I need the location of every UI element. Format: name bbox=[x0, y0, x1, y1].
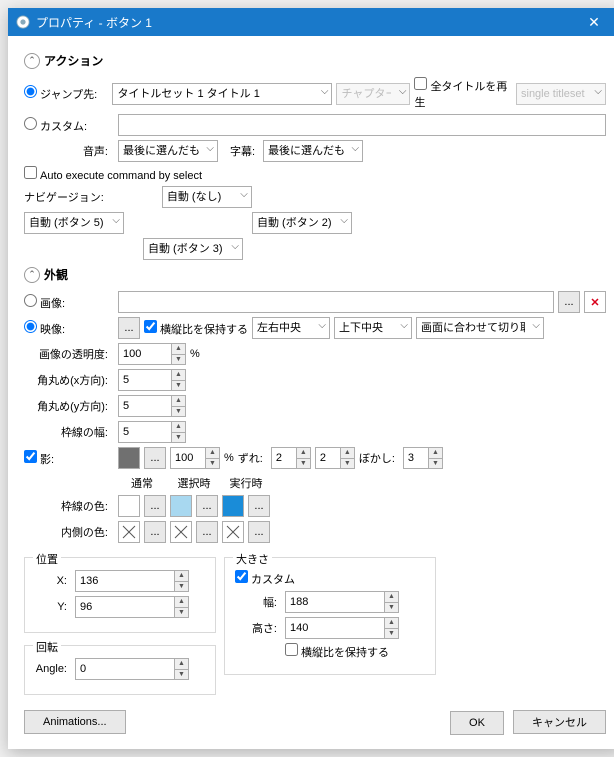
halign-select[interactable]: 左右中央 bbox=[252, 317, 330, 339]
shadow-color-button[interactable]: ... bbox=[144, 447, 166, 469]
nav-right-select[interactable]: 自動 (ボタン 2) bbox=[252, 212, 352, 234]
image-radio[interactable]: 画像: bbox=[24, 294, 114, 311]
col-normal: 通常 bbox=[118, 475, 166, 491]
shift-x-spinner[interactable]: ▲▼ bbox=[271, 447, 311, 469]
shift-y-spinner[interactable]: ▲▼ bbox=[315, 447, 355, 469]
size-group: 大きさ カスタム 幅:▲▼ 高さ:▲▼ 横縦比を保持する bbox=[224, 557, 436, 675]
properties-dialog: プロパティ - ボタン 1 ✕ ⌃ アクション ジャンプ先: タイトルセット 1… bbox=[8, 8, 614, 749]
fit-select[interactable]: 画面に合わせて切り取り bbox=[416, 317, 544, 339]
pos-y-spinner[interactable]: ▲▼ bbox=[75, 596, 189, 618]
close-button[interactable]: ✕ bbox=[574, 14, 614, 31]
chapter-select: チャプター 1 bbox=[336, 83, 410, 105]
inner-color-normal-btn[interactable]: ... bbox=[144, 521, 166, 543]
border-color-selected[interactable] bbox=[170, 495, 192, 517]
width-spinner[interactable]: ▲▼ bbox=[285, 591, 399, 613]
video-radio[interactable]: 映像: bbox=[24, 320, 114, 337]
border-w-label: 枠線の幅: bbox=[24, 424, 114, 440]
inner-color-label: 内側の色: bbox=[24, 524, 114, 540]
border-color-normal[interactable] bbox=[118, 495, 140, 517]
app-icon bbox=[16, 15, 30, 29]
section-action-header[interactable]: ⌃ アクション bbox=[24, 52, 606, 69]
jump-target-select[interactable]: タイトルセット 1 タイトル 1 bbox=[112, 83, 332, 105]
shift-label: ずれ: bbox=[238, 450, 267, 466]
border-w-spinner[interactable]: ▲▼ bbox=[118, 421, 186, 443]
round-x-label: 角丸め(x方向): bbox=[24, 372, 114, 388]
angle-spinner[interactable]: ▲▼ bbox=[75, 658, 189, 680]
section-appearance-label: 外観 bbox=[44, 266, 68, 283]
animations-button[interactable]: Animations... bbox=[24, 710, 126, 734]
chevron-up-icon: ⌃ bbox=[24, 53, 40, 69]
nav-left-select[interactable]: 自動 (ボタン 5) bbox=[24, 212, 124, 234]
section-action-label: アクション bbox=[44, 52, 103, 69]
ok-button[interactable]: OK bbox=[450, 711, 504, 735]
shadow-color-swatch[interactable] bbox=[118, 447, 140, 469]
inner-color-active[interactable] bbox=[222, 521, 244, 543]
inner-color-selected[interactable] bbox=[170, 521, 192, 543]
keep-aspect-checkbox[interactable]: 横縦比を保持する bbox=[144, 320, 248, 337]
shadow-checkbox[interactable]: 影: bbox=[24, 450, 114, 467]
auto-exec-checkbox[interactable]: Auto execute command by select bbox=[24, 166, 202, 182]
col-selected: 選択時 bbox=[170, 475, 218, 491]
pos-x-spinner[interactable]: ▲▼ bbox=[75, 570, 189, 592]
round-y-spinner[interactable]: ▲▼ bbox=[118, 395, 186, 417]
round-x-spinner[interactable]: ▲▼ bbox=[118, 369, 186, 391]
nav-down-select[interactable]: 自動 (ボタン 3) bbox=[143, 238, 243, 260]
border-color-normal-btn[interactable]: ... bbox=[144, 495, 166, 517]
round-y-label: 角丸め(y方向): bbox=[24, 398, 114, 414]
height-spinner[interactable]: ▲▼ bbox=[285, 617, 399, 639]
shadow-pct-spinner[interactable]: ▲▼ bbox=[170, 447, 220, 469]
col-active: 実行時 bbox=[222, 475, 270, 491]
chevron-up-icon: ⌃ bbox=[24, 267, 40, 283]
audio-select[interactable]: 最後に選んだもの bbox=[118, 140, 218, 162]
jump-to-radio[interactable]: ジャンプ先: bbox=[24, 85, 108, 102]
section-appearance-header[interactable]: ⌃ 外観 bbox=[24, 266, 606, 283]
opacity-label: 画像の透明度: bbox=[24, 346, 114, 362]
image-path-field[interactable] bbox=[118, 291, 554, 313]
image-browse-button[interactable]: ... bbox=[558, 291, 580, 313]
audio-label: 音声: bbox=[24, 143, 114, 159]
single-titleset-select: single titleset bbox=[516, 83, 606, 105]
border-color-active[interactable] bbox=[222, 495, 244, 517]
custom-size-checkbox[interactable]: カスタム bbox=[235, 570, 295, 587]
video-browse-button[interactable]: ... bbox=[118, 317, 140, 339]
valign-select[interactable]: 上下中央 bbox=[334, 317, 412, 339]
custom-field[interactable] bbox=[118, 114, 606, 136]
subtitle-select[interactable]: 最後に選んだもの bbox=[263, 140, 363, 162]
blur-spinner[interactable]: ▲▼ bbox=[403, 447, 443, 469]
cancel-button[interactable]: キャンセル bbox=[513, 710, 606, 734]
navigation-label: ナビゲージョン: bbox=[24, 189, 104, 205]
clear-image-button[interactable]: ✕ bbox=[584, 291, 606, 313]
border-color-active-btn[interactable]: ... bbox=[248, 495, 270, 517]
subtitle-label: 字幕: bbox=[230, 143, 259, 159]
keep-aspect-size-checkbox[interactable]: 横縦比を保持する bbox=[285, 643, 389, 660]
border-color-label: 枠線の色: bbox=[24, 498, 114, 514]
rotation-group: 回転 Angle:▲▼ bbox=[24, 645, 216, 695]
border-color-selected-btn[interactable]: ... bbox=[196, 495, 218, 517]
inner-color-selected-btn[interactable]: ... bbox=[196, 521, 218, 543]
position-group: 位置 X:▲▼ Y:▲▼ bbox=[24, 557, 216, 633]
play-all-checkbox[interactable]: 全タイトルを再生 bbox=[414, 77, 512, 110]
titlebar: プロパティ - ボタン 1 ✕ bbox=[8, 8, 614, 36]
nav-up-select[interactable]: 自動 (なし) bbox=[162, 186, 252, 208]
opacity-spinner[interactable]: ▲▼ bbox=[118, 343, 186, 365]
window-title: プロパティ - ボタン 1 bbox=[36, 14, 574, 31]
inner-color-active-btn[interactable]: ... bbox=[248, 521, 270, 543]
custom-radio[interactable]: カスタム: bbox=[24, 117, 114, 134]
inner-color-normal[interactable] bbox=[118, 521, 140, 543]
blur-label: ぼかし: bbox=[359, 450, 399, 466]
